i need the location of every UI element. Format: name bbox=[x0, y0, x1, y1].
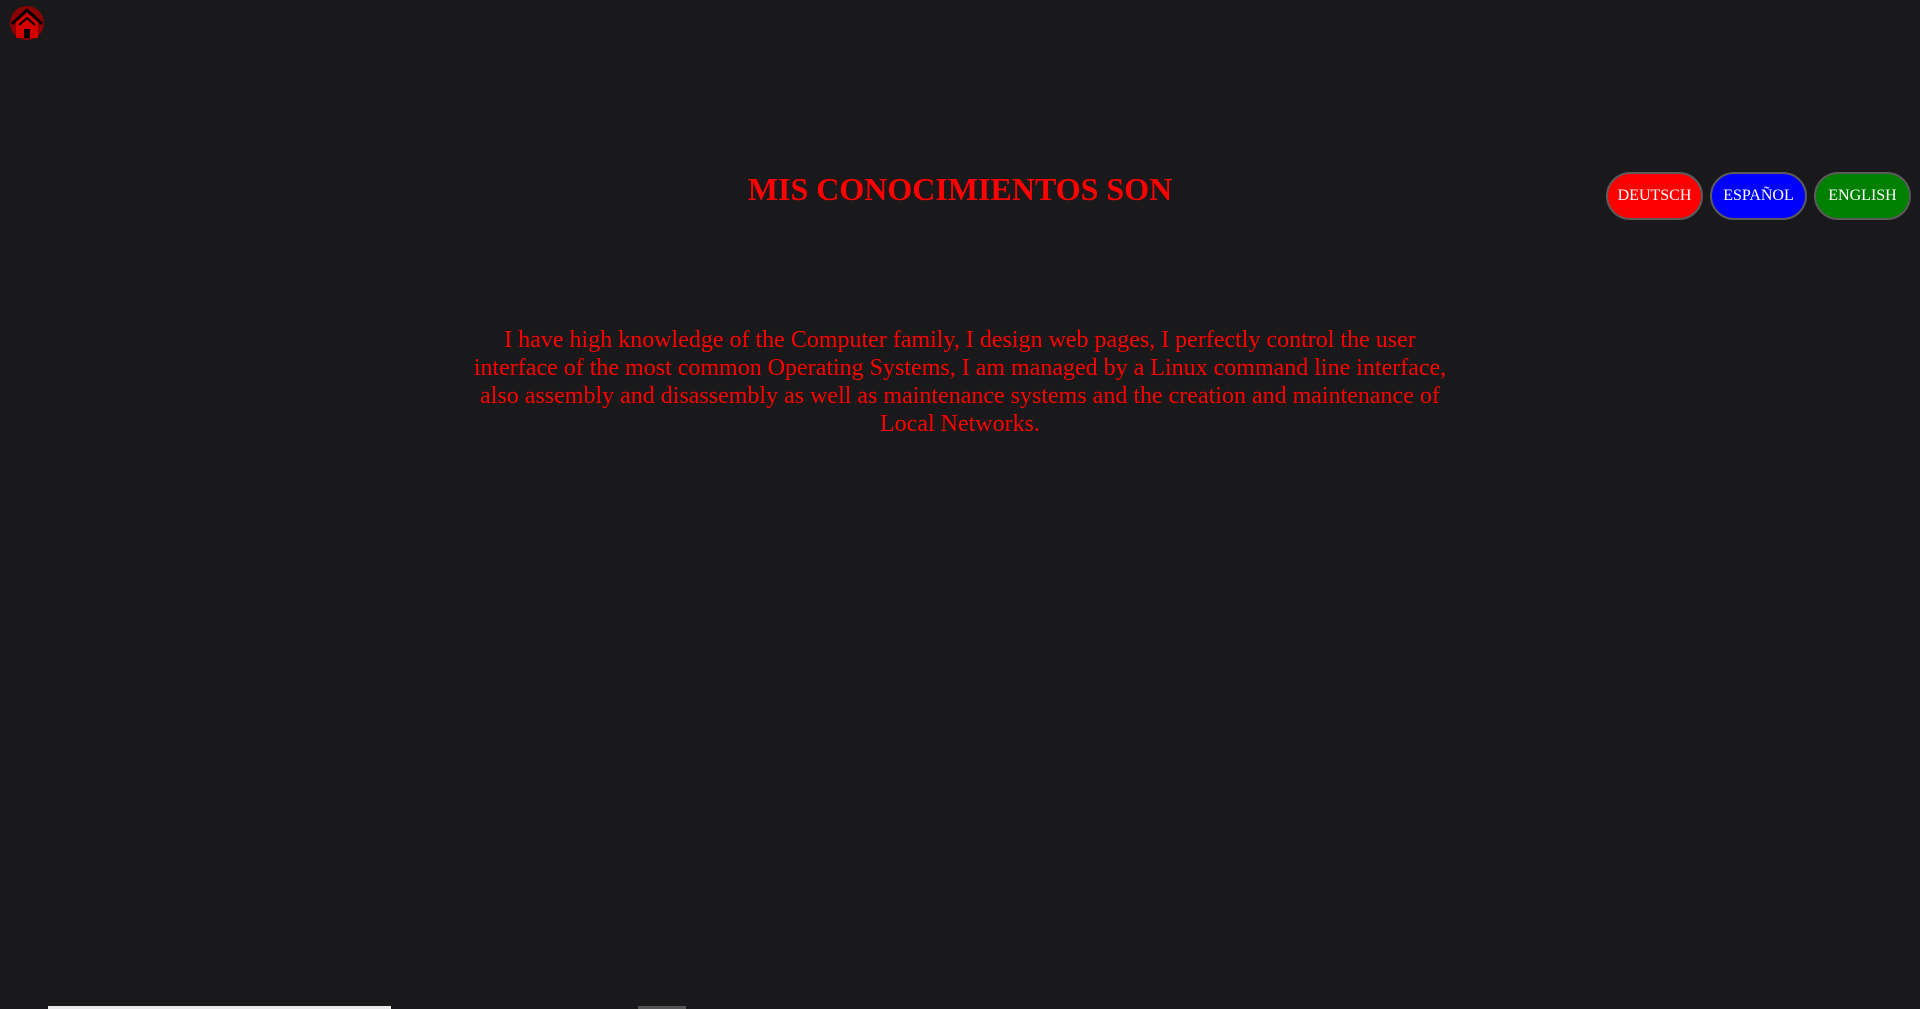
page: MIS CONOCIMIENTOS SON DEUTSCH ESPAÑOL EN… bbox=[0, 0, 1920, 1009]
deutsch-button[interactable]: DEUTSCH bbox=[1606, 172, 1703, 220]
knowledge-description: I have high knowledge of the Computer fa… bbox=[473, 327, 1447, 437]
language-switcher: DEUTSCH ESPAÑOL ENGLISH bbox=[1606, 172, 1911, 220]
espanol-button[interactable]: ESPAÑOL bbox=[1710, 172, 1807, 220]
home-icon bbox=[10, 6, 44, 40]
english-button[interactable]: ENGLISH bbox=[1814, 172, 1911, 220]
home-link[interactable] bbox=[8, 4, 46, 42]
